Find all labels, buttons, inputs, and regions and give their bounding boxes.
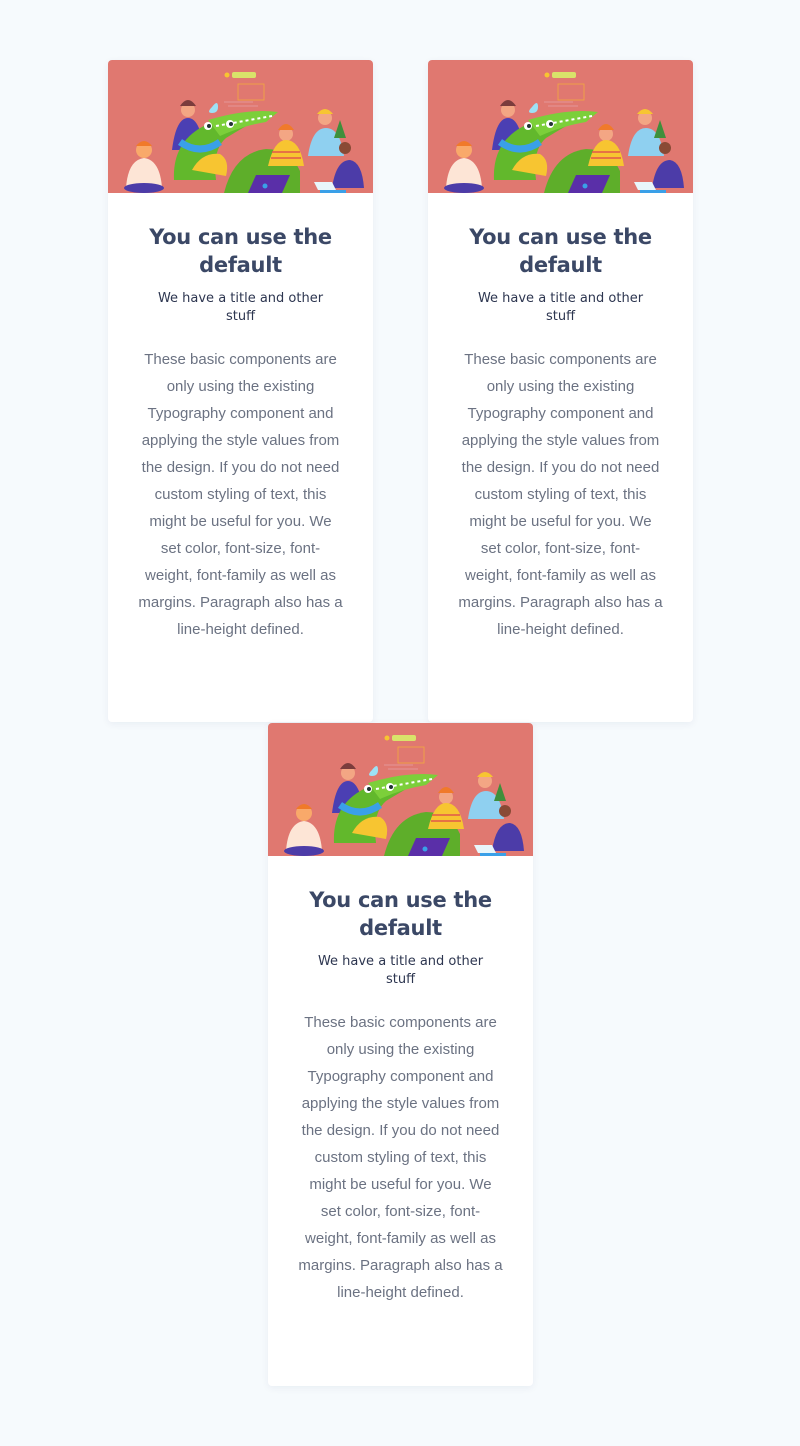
team-illustration xyxy=(428,60,693,193)
team-illustration xyxy=(268,723,533,856)
team-illustration xyxy=(108,60,373,193)
card-subtitle: We have a title and other stuff xyxy=(157,291,324,324)
card-paragraph: These basic components are only using th… xyxy=(298,1014,503,1301)
card-subtitle: We have a title and other stuff xyxy=(477,291,644,324)
card-grid: You can use the default We have a title … xyxy=(0,0,800,1446)
card-paragraph: These basic components are only using th… xyxy=(458,351,663,638)
card-title: You can use the default xyxy=(469,225,652,277)
card-title: You can use the default xyxy=(309,888,492,940)
info-card: You can use the default We have a title … xyxy=(108,60,373,722)
card-title: You can use the default xyxy=(149,225,332,277)
info-card: You can use the default We have a title … xyxy=(428,60,693,722)
info-card: You can use the default We have a title … xyxy=(268,723,533,1386)
card-subtitle: We have a title and other stuff xyxy=(317,954,484,987)
card-paragraph: These basic components are only using th… xyxy=(138,351,343,638)
